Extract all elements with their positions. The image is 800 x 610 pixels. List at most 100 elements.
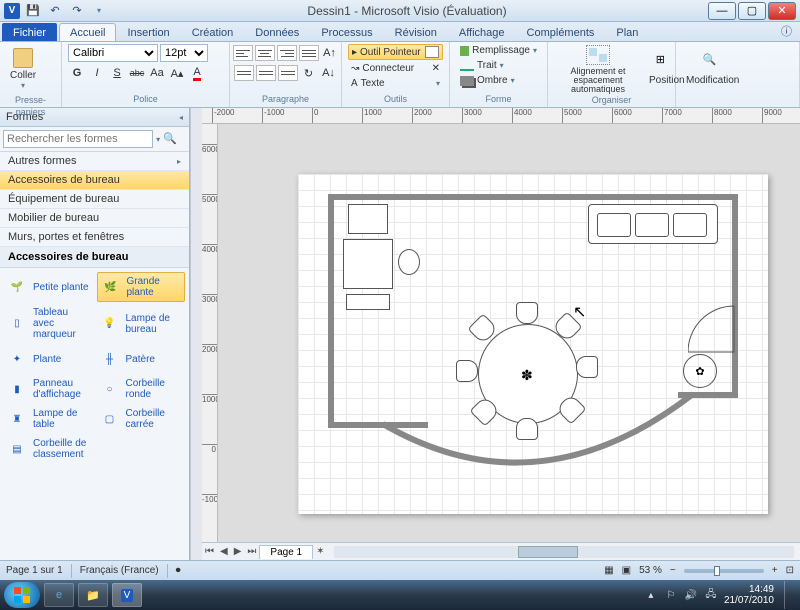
collapse-icon[interactable]: ◂ xyxy=(179,113,183,122)
drawing-canvas[interactable]: ✽ ✿ ↖ xyxy=(218,124,800,542)
shape-corbeille-ronde[interactable]: ○Corbeille ronde xyxy=(97,375,186,403)
tab-plan[interactable]: Plan xyxy=(605,23,649,41)
tab-insertion[interactable]: Insertion xyxy=(116,23,180,41)
fit-page-button[interactable]: ⊡ xyxy=(786,565,794,576)
shape-grande-plante[interactable]: 🌿Grande plante xyxy=(97,272,186,302)
shape-lampe-table[interactable]: ♜Lampe de table xyxy=(4,405,93,433)
shape-lampe-bureau[interactable]: 💡Lampe de bureau xyxy=(97,304,186,343)
zoom-slider[interactable] xyxy=(684,569,764,573)
help-icon[interactable]: ⓘ xyxy=(773,21,800,41)
align-center-button[interactable] xyxy=(255,45,275,61)
tab-revision[interactable]: Révision xyxy=(384,23,448,41)
filing-icon: ▤ xyxy=(6,438,28,460)
shape-panneau[interactable]: ▮Panneau d'affichage xyxy=(4,375,93,403)
qat-redo-icon[interactable]: ↷ xyxy=(68,3,86,19)
valign-top-button[interactable] xyxy=(234,65,254,81)
page-prev-button[interactable]: ◀ xyxy=(217,546,231,557)
task-ie[interactable]: e xyxy=(44,583,74,607)
view-fullscreen-button[interactable]: ▣ xyxy=(622,565,631,576)
system-tray: ▴ ⚐ 🔊 🖧 14:49 21/07/2010 xyxy=(644,581,796,609)
pointer-tool-button[interactable]: ▸ Outil Pointeur xyxy=(348,44,443,60)
window-title: Dessin1 - Microsoft Visio (Évaluation) xyxy=(108,4,706,18)
connector-tool-button[interactable]: ↝ Connecteur✕ xyxy=(348,62,443,75)
tray-clock[interactable]: 14:49 21/07/2010 xyxy=(724,584,774,606)
close-button[interactable]: ✕ xyxy=(768,2,796,20)
shapes-search-input[interactable] xyxy=(3,130,153,148)
line-button[interactable]: Trait▾ xyxy=(456,59,541,72)
bullets-button[interactable] xyxy=(299,45,319,61)
task-explorer[interactable]: 📁 xyxy=(78,583,108,607)
search-dropdown-icon[interactable]: ▾ xyxy=(156,135,160,144)
shape-tableau[interactable]: ▯Tableau avec marqueur xyxy=(4,304,93,343)
bold-button[interactable]: G xyxy=(68,64,86,82)
shape-corbeille-classement[interactable]: ▤Corbeille de classement xyxy=(4,435,93,463)
zoom-out-button[interactable]: − xyxy=(670,565,676,576)
tab-affichage[interactable]: Affichage xyxy=(448,23,516,41)
show-desktop-button[interactable] xyxy=(784,581,794,609)
text-tool-button[interactable]: A Texte▾ xyxy=(348,77,443,90)
page-first-button[interactable]: ⏮ xyxy=(202,546,217,557)
shadow-button[interactable]: Ombre▾ xyxy=(456,74,541,87)
qat-more-icon[interactable]: ▾ xyxy=(90,3,108,19)
font-name-select[interactable]: Calibri xyxy=(68,44,158,62)
zoom-value[interactable]: 53 % xyxy=(639,565,662,576)
app-icon[interactable]: V xyxy=(4,3,20,19)
stencil-murs[interactable]: Murs, portes et fenêtres xyxy=(0,228,189,247)
record-macro-icon[interactable]: ⏺ xyxy=(176,565,181,576)
qat-save-icon[interactable]: 💾 xyxy=(24,3,42,19)
font-grow-button[interactable]: A▴ xyxy=(168,64,186,82)
font-color-button[interactable]: A xyxy=(188,64,206,82)
paste-button[interactable]: Coller ▾ xyxy=(6,44,40,94)
task-visio[interactable]: V xyxy=(112,583,142,607)
lamp-icon: 💡 xyxy=(99,313,121,335)
status-language[interactable]: Français (France) xyxy=(80,565,159,576)
valign-bot-button[interactable] xyxy=(278,65,298,81)
horizontal-scrollbar[interactable] xyxy=(334,546,795,558)
tab-complements[interactable]: Compléments xyxy=(516,23,606,41)
search-go-icon[interactable]: 🔍 xyxy=(163,133,177,145)
stencil-accessoires[interactable]: Accessoires de bureau xyxy=(0,171,189,190)
page-tab-1[interactable]: Page 1 xyxy=(259,545,313,559)
font-size-select[interactable]: 12pt xyxy=(160,44,208,62)
case-button[interactable]: Aa xyxy=(148,64,166,82)
modification-button[interactable]: 🔍 Modification xyxy=(682,44,743,94)
strike-button[interactable]: abc xyxy=(128,64,146,82)
align-left-button[interactable] xyxy=(233,45,253,61)
tab-donnees[interactable]: Données xyxy=(244,23,310,41)
shape-plante[interactable]: ✦Plante xyxy=(4,345,93,373)
minimize-button[interactable]: — xyxy=(708,2,736,20)
tab-creation[interactable]: Création xyxy=(181,23,245,41)
stencil-equipement[interactable]: Équipement de bureau xyxy=(0,190,189,209)
shape-petite-plante[interactable]: 🌱Petite plante xyxy=(4,272,93,302)
italic-button[interactable]: I xyxy=(88,64,106,82)
maximize-button[interactable]: ▢ xyxy=(738,2,766,20)
find-icon: 🔍 xyxy=(703,53,723,73)
align-right-button[interactable] xyxy=(277,45,297,61)
view-normal-button[interactable]: ▦ xyxy=(604,565,613,576)
rotate-text-button[interactable]: ↻ xyxy=(300,64,318,82)
page-next-button[interactable]: ▶ xyxy=(231,546,245,557)
horizontal-ruler: -2000 -1000 0 1000 2000 3000 4000 5000 6… xyxy=(202,108,800,124)
qat-undo-icon[interactable]: ↶ xyxy=(46,3,64,19)
panel-scrollbar[interactable] xyxy=(190,108,202,560)
indent-dec-button[interactable]: A↑ xyxy=(321,44,339,62)
tab-file[interactable]: Fichier xyxy=(2,23,57,41)
shape-patere[interactable]: ╫Patère xyxy=(97,345,186,373)
indent-inc-button[interactable]: A↓ xyxy=(320,64,338,82)
page-add-button[interactable]: ✶ xyxy=(313,546,327,557)
underline-button[interactable]: S xyxy=(108,64,126,82)
shape-corbeille-carree[interactable]: ▢Corbeille carrée xyxy=(97,405,186,433)
page-tabs: ⏮ ◀ ▶ ⏭ Page 1 ✶ xyxy=(202,542,800,560)
status-pages: Page 1 sur 1 xyxy=(6,565,63,576)
page-last-button[interactable]: ⏭ xyxy=(244,546,259,557)
stencil-autres[interactable]: Autres formes▸ xyxy=(0,152,189,171)
fill-button[interactable]: Remplissage▾ xyxy=(456,44,541,57)
start-button[interactable] xyxy=(4,582,40,608)
valign-mid-button[interactable] xyxy=(256,65,276,81)
drawing-page[interactable]: ✽ ✿ ↖ xyxy=(298,174,768,514)
zoom-in-button[interactable]: + xyxy=(772,565,778,576)
tab-accueil[interactable]: Accueil xyxy=(59,23,116,41)
tab-processus[interactable]: Processus xyxy=(310,23,383,41)
align-button[interactable]: Alignement et espacement automatiques xyxy=(554,44,642,94)
stencil-mobilier[interactable]: Mobilier de bureau xyxy=(0,209,189,228)
